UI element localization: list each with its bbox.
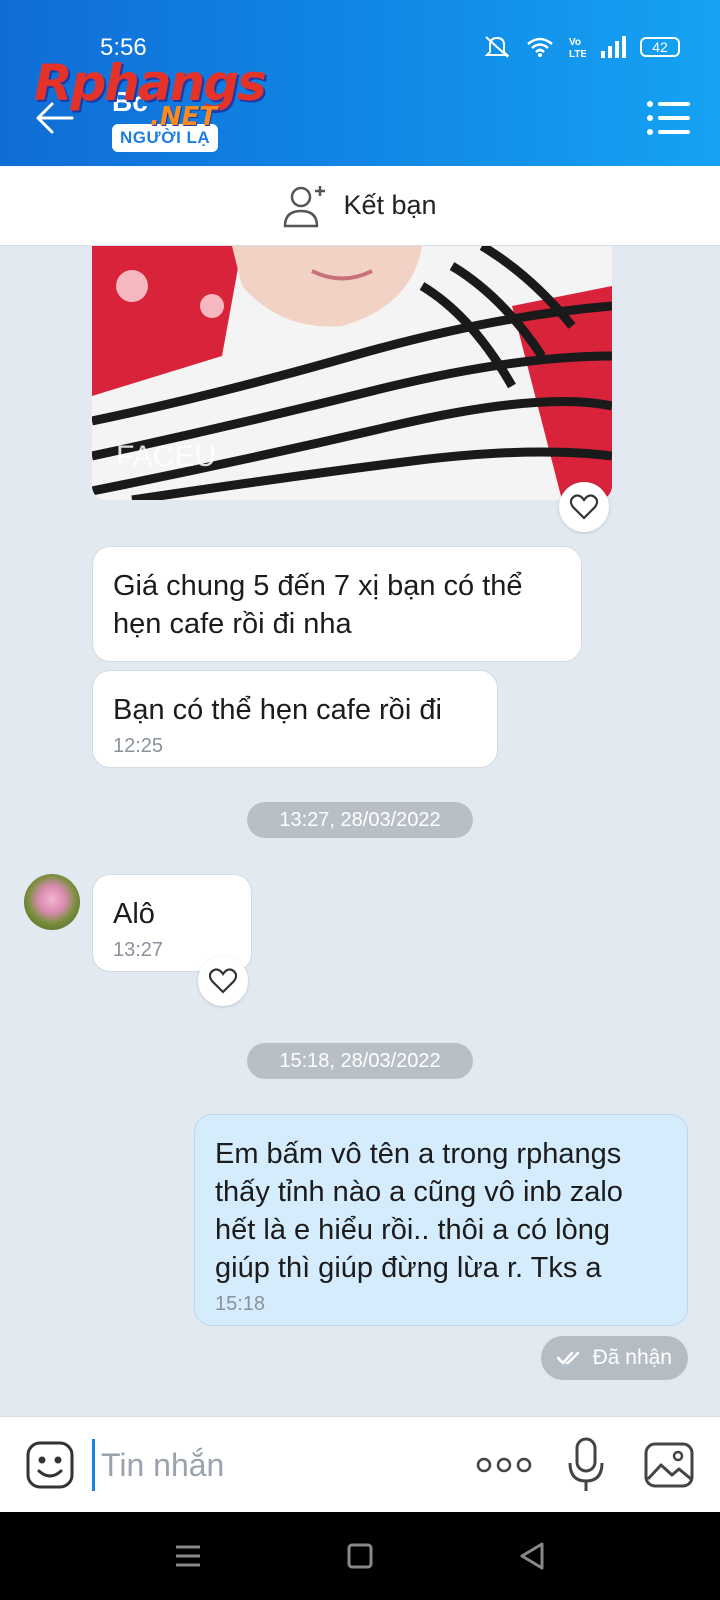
volte-icon: Vo LTE	[569, 37, 586, 59]
photo-message[interactable]: FACEU	[92, 246, 612, 500]
message-time: 12:25	[113, 735, 164, 757]
contact-name[interactable]: Bc	[112, 86, 148, 118]
header-bar: 5:56 Vo LTE 42 Bc NGƯỜI LẠ Rphangs .NET	[0, 0, 720, 166]
watermark-logo-net: .NET	[150, 102, 218, 132]
list-menu-icon[interactable]	[646, 100, 690, 136]
photo-image: FACEU	[92, 246, 612, 500]
wifi-icon	[527, 37, 553, 57]
back-arrow-icon[interactable]	[34, 98, 74, 138]
status-time: 5:56	[100, 34, 147, 61]
system-nav-bar	[0, 1512, 720, 1600]
message-text: Bạn có thể hẹn cafe rồi đi	[113, 694, 442, 726]
svg-text:LTE: LTE	[569, 49, 586, 59]
status-bar: 5:56 Vo LTE 42	[0, 0, 720, 70]
message-text: Giá chung 5 đến 7 xị bạn có thể hẹn cafe…	[113, 570, 523, 640]
emoji-icon[interactable]	[26, 1441, 74, 1489]
sent-message-bubble[interactable]: Em bấm vô tên a trong rphangs thấy tỉnh …	[194, 1114, 688, 1326]
add-friend-icon	[284, 185, 326, 227]
message-text: Alô	[113, 898, 155, 930]
home-icon[interactable]	[342, 1538, 378, 1574]
signal-icon	[601, 36, 626, 58]
heart-icon	[209, 968, 237, 994]
svg-text:Vo: Vo	[569, 37, 581, 48]
heart-icon	[570, 494, 598, 520]
delivery-status-badge: Đã nhận	[540, 1336, 688, 1380]
message-bubble[interactable]: Giá chung 5 đến 7 xị bạn có thể hẹn cafe…	[92, 546, 582, 662]
message-bubble[interactable]: Bạn có thể hẹn cafe rồi đi 12:25	[92, 670, 498, 768]
date-separator: 13:27, 28/03/2022	[247, 802, 473, 838]
message-composer	[0, 1416, 720, 1512]
double-check-icon	[556, 1351, 579, 1365]
back-nav-icon[interactable]	[514, 1538, 550, 1574]
react-heart-button[interactable]	[559, 482, 609, 532]
delivery-status-label: Đã nhận	[592, 1346, 672, 1369]
message-input[interactable]	[92, 1439, 452, 1491]
image-icon[interactable]	[644, 1441, 694, 1489]
battery-icon: 42	[640, 37, 680, 57]
more-dots-icon[interactable]	[476, 1453, 532, 1477]
react-heart-button[interactable]	[198, 956, 248, 1006]
add-friend-label: Kết bạn	[343, 190, 437, 220]
recent-apps-icon[interactable]	[170, 1538, 206, 1574]
message-time: 15:18	[215, 1293, 266, 1315]
date-separator: 15:18, 28/03/2022	[247, 1043, 473, 1079]
mute-icon	[484, 36, 510, 58]
microphone-icon[interactable]	[566, 1435, 606, 1495]
message-text: Em bấm vô tên a trong rphangs thấy tỉnh …	[215, 1138, 623, 1284]
add-friend-button[interactable]: Kết bạn	[0, 166, 720, 246]
photo-caption: FACEU	[116, 440, 216, 473]
avatar[interactable]	[24, 874, 80, 930]
status-icons: Vo LTE 42	[482, 34, 680, 60]
